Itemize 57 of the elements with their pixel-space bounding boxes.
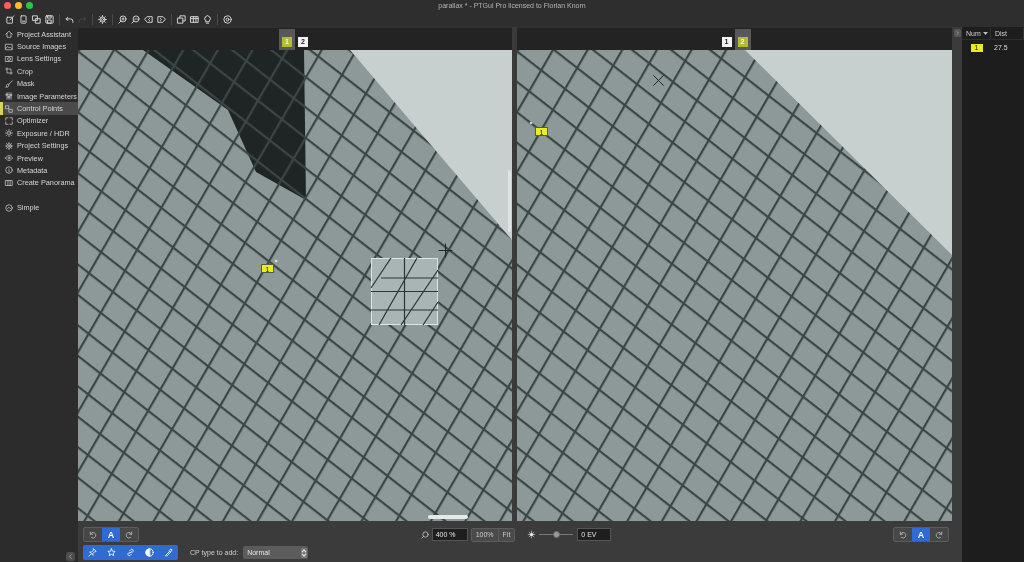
brush-icon [5, 79, 13, 88]
ring-icon[interactable] [223, 14, 232, 24]
eyedropper-icon [164, 548, 173, 557]
settings-icon [5, 141, 13, 150]
table-icon[interactable] [190, 14, 199, 24]
columns-icon [5, 178, 13, 187]
zoom-out-icon[interactable] [131, 14, 140, 24]
auto-button[interactable]: A [102, 528, 120, 541]
minimize-button[interactable] [15, 2, 22, 9]
settings-icon[interactable] [98, 14, 107, 24]
rotate-left-icon [899, 530, 907, 539]
crop-icon [5, 67, 13, 76]
zoom-in-icon[interactable] [118, 14, 127, 24]
pin-icon [88, 548, 97, 557]
info-icon [5, 166, 13, 175]
linked-squares-icon [5, 104, 13, 113]
document-icon[interactable] [19, 14, 28, 24]
previous-icon[interactable] [144, 14, 153, 24]
rotate-right-icon [125, 530, 133, 539]
link-icon [126, 548, 135, 557]
point-marker-icon [529, 121, 533, 125]
sliders-icon [5, 92, 13, 101]
zoom-button[interactable] [26, 2, 33, 9]
copy-icon[interactable] [32, 14, 41, 24]
slider-thumb[interactable] [552, 531, 560, 538]
scrollbar-thumb[interactable] [508, 170, 511, 232]
image-icon [5, 42, 13, 51]
lightbulb-icon[interactable] [203, 14, 212, 24]
expand-icon [5, 116, 13, 125]
windows-icon[interactable] [177, 14, 186, 24]
close-button[interactable] [4, 2, 11, 9]
rotate-right-icon [935, 530, 943, 539]
next-icon[interactable] [157, 14, 166, 24]
add-point-button[interactable] [83, 545, 102, 560]
undo-icon[interactable] [65, 14, 74, 24]
home-icon [5, 30, 13, 39]
scrollbar-thumb[interactable] [428, 515, 468, 519]
exposure-slider[interactable] [539, 531, 574, 538]
search-icon [420, 530, 429, 539]
cross-cursor-icon [652, 74, 665, 87]
stepper-icon [301, 547, 308, 558]
eye-icon [5, 154, 13, 163]
chevron-circle-icon [5, 203, 13, 212]
pencil-square-icon[interactable] [6, 14, 15, 24]
save-icon[interactable] [45, 14, 54, 24]
rotate-left-icon [89, 530, 97, 539]
point-marker-icon [274, 259, 278, 263]
contrast-icon [145, 548, 154, 557]
camera-icon [5, 54, 13, 63]
chevron-right-icon[interactable] [953, 29, 961, 37]
sun-icon [528, 531, 536, 538]
chevron-left-icon[interactable] [66, 552, 75, 561]
auto-button[interactable]: A [912, 528, 930, 541]
star-icon [107, 548, 116, 557]
crosshair-cursor-icon [439, 244, 452, 257]
eyedropper-button[interactable] [159, 545, 178, 560]
sun-icon [5, 129, 13, 138]
